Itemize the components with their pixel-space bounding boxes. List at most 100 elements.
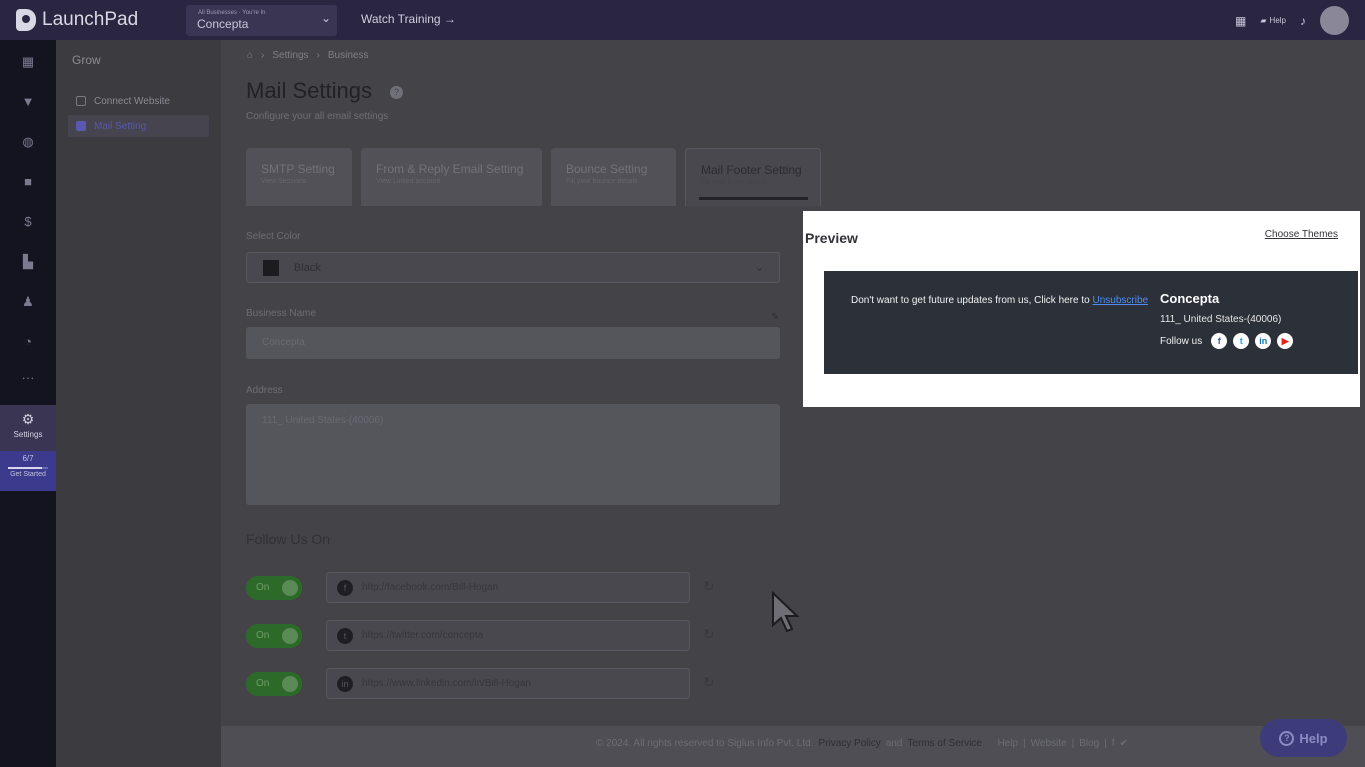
pencil-icon[interactable]: ✎: [771, 312, 779, 323]
toggle-label: On: [256, 678, 270, 689]
footer-facebook-icon[interactable]: f: [1112, 738, 1115, 749]
email-footer-preview: Don't want to get future updates from us…: [824, 271, 1358, 374]
terms-link[interactable]: Terms of Service: [907, 738, 981, 749]
footer-divider: |: [1023, 738, 1026, 749]
top-bar: LaunchPad All Businesses · You're In Con…: [0, 0, 1365, 40]
question-icon: ?: [1279, 730, 1295, 746]
info-icon[interactable]: ?: [390, 86, 403, 99]
tab-label: SMTP Setting: [261, 162, 335, 176]
submenu-title: Grow: [72, 53, 101, 67]
twitter-icon: t: [337, 627, 353, 644]
business-name-field[interactable]: Concepta: [246, 327, 780, 359]
facebook-toggle[interactable]: On: [246, 576, 302, 600]
linkedin-icon: in: [337, 675, 353, 692]
progress-bar-fill: [8, 467, 43, 469]
footer-divider: |: [1104, 738, 1107, 749]
toggle-label: On: [256, 582, 270, 593]
tab-sub: View Sessions: [261, 178, 307, 185]
home-icon[interactable]: ⌂: [247, 50, 253, 61]
select-color-label: Select Color: [246, 231, 301, 242]
bell-icon[interactable]: ♪: [1300, 14, 1306, 28]
business-name-label: Business Name: [246, 308, 317, 319]
footer-website-link[interactable]: Website: [1031, 738, 1067, 749]
toggle-label: On: [256, 630, 270, 641]
mail-icon: [76, 121, 86, 131]
clock-icon[interactable]: ◔: [20, 334, 36, 350]
choose-themes-link[interactable]: Choose Themes: [1265, 229, 1338, 240]
more-icon[interactable]: ···: [20, 370, 36, 386]
linkedin-icon[interactable]: in: [1255, 333, 1272, 349]
breadcrumb-separator: ›: [316, 50, 320, 61]
tab-smtp-setting[interactable]: SMTP Setting View Sessions: [246, 148, 352, 206]
reset-icon[interactable]: ↻: [703, 674, 715, 691]
chevron-down-icon: ⌄: [320, 11, 331, 25]
chart-icon[interactable]: ▙: [20, 254, 36, 270]
help-menu-label: Help: [1269, 16, 1286, 25]
toggle-knob: [282, 628, 298, 644]
mouse-cursor-icon: [772, 591, 800, 633]
color-select-value: Black: [294, 261, 321, 274]
unsubscribe-message: Don't want to get future updates from us…: [851, 295, 1090, 306]
funnel-icon[interactable]: ▼: [20, 94, 36, 110]
breadcrumb-business[interactable]: Business: [328, 50, 369, 61]
dashboard-icon[interactable]: ▦: [20, 54, 36, 70]
page-footer: © 2024. All rights reserved to Siglus In…: [221, 726, 1365, 767]
progress-bar: [8, 467, 48, 469]
privacy-policy-link[interactable]: Privacy Policy: [818, 738, 880, 749]
avatar[interactable]: [1320, 6, 1349, 35]
footer-help-link[interactable]: Help: [997, 738, 1018, 749]
twitter-url: https://twitter.com/concepta: [362, 630, 484, 641]
footer-preview-panel: Preview Choose Themes Don't want to get …: [803, 211, 1360, 407]
submenu-item-connect-website[interactable]: Connect Website: [68, 90, 209, 112]
submenu-item-mail-setting[interactable]: Mail Setting: [68, 115, 209, 137]
preview-follow-us: Follow us f t in ▶: [1160, 333, 1294, 349]
get-started-label: Get Started: [10, 471, 46, 478]
dollar-icon[interactable]: $: [20, 214, 36, 230]
linkedin-url: https://www.linkedin.com/in/Bill-Hogan: [362, 678, 531, 689]
settings-label: Settings: [13, 430, 43, 439]
twitter-toggle[interactable]: On: [246, 624, 302, 648]
help-chat-icon: ▰: [1260, 16, 1267, 25]
unsubscribe-link[interactable]: Unsubscribe: [1092, 295, 1148, 306]
rail-settings[interactable]: ⚙ Settings: [0, 405, 56, 451]
tab-bounce-setting[interactable]: Bounce Setting Fill your bounce details: [551, 148, 676, 206]
business-name: Concepta: [197, 17, 249, 31]
watch-training-link[interactable]: Watch Training →: [361, 12, 456, 26]
apps-grid-icon[interactable]: ▦: [1235, 14, 1246, 28]
tab-sub: Fill your footer Details: [701, 179, 769, 186]
linkedin-toggle[interactable]: On: [246, 672, 302, 696]
users-icon[interactable]: ♟: [20, 294, 36, 310]
facebook-url-field[interactable]: f http://facebook.com/Bill-Hogan: [326, 572, 690, 603]
business-switcher[interactable]: All Businesses · You're In Concepta ⌄: [186, 5, 337, 36]
address-field[interactable]: 111_ United States-(40006): [246, 404, 780, 505]
help-button[interactable]: ? Help: [1260, 719, 1347, 757]
tab-label: Bounce Setting: [566, 162, 648, 176]
get-started-progress[interactable]: 6/7 Get Started: [0, 451, 56, 491]
settings-submenu: Grow Connect Website Mail Setting: [56, 40, 221, 767]
twitter-url-field[interactable]: t https://twitter.com/concepta: [326, 620, 690, 651]
tab-from-reply-email-setting[interactable]: From & Reply Email Setting View Linked a…: [361, 148, 542, 206]
reset-icon[interactable]: ↻: [703, 626, 715, 643]
submenu-item-label: Connect Website: [94, 95, 170, 107]
reset-icon[interactable]: ↻: [703, 578, 715, 595]
left-rail: ▦ ▼ ◍ ■ $ ▙ ♟ ◔ ··· ⚙ Settings 6/7 Get S…: [0, 40, 56, 767]
help-menu[interactable]: ▰ Help: [1260, 16, 1286, 25]
footer-blog-link[interactable]: Blog: [1079, 738, 1099, 749]
toggle-knob: [282, 580, 298, 596]
linkedin-url-field[interactable]: in https://www.linkedin.com/in/Bill-Hoga…: [326, 668, 690, 699]
breadcrumb-settings[interactable]: Settings: [272, 50, 308, 61]
footer-twitter-icon[interactable]: ✔: [1120, 738, 1128, 749]
tab-mail-footer-setting[interactable]: Mail Footer Setting Fill your footer Det…: [685, 148, 821, 206]
app-name: LaunchPad: [42, 9, 139, 30]
youtube-icon[interactable]: ▶: [1277, 333, 1294, 349]
globe-icon[interactable]: ◍: [20, 134, 36, 150]
footer-and: and: [885, 738, 903, 749]
twitter-icon[interactable]: t: [1233, 333, 1250, 349]
color-select[interactable]: Black ⌄: [246, 252, 780, 283]
settings-tabs: SMTP Setting View Sessions From & Reply …: [221, 144, 1365, 206]
facebook-icon[interactable]: f: [1211, 333, 1228, 349]
toggle-knob: [282, 676, 298, 692]
breadcrumb-separator: ›: [261, 50, 265, 61]
video-icon[interactable]: ■: [20, 174, 36, 190]
app-logo[interactable]: LaunchPad: [16, 9, 138, 31]
